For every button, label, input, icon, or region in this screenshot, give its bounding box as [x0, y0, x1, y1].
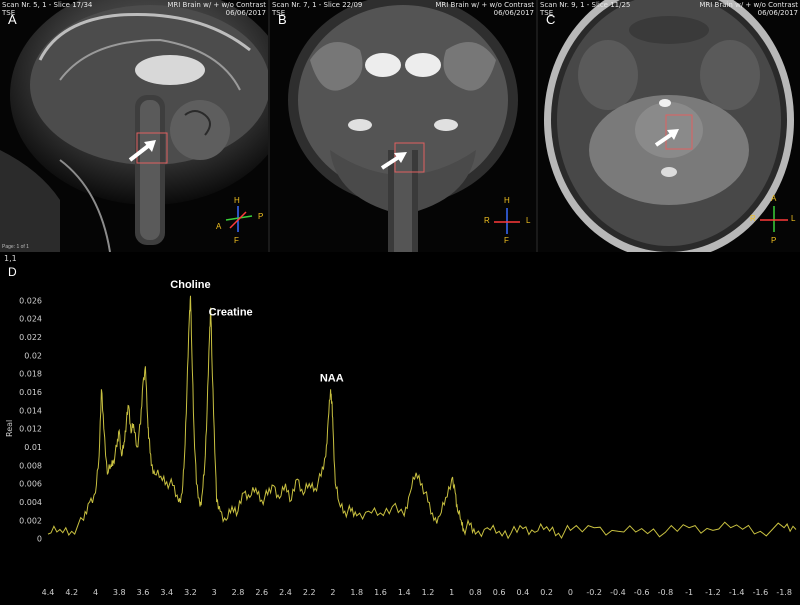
y-axis-label: Real [5, 420, 14, 437]
peak-label-choline: Choline [170, 279, 210, 291]
orientation-right: L [526, 216, 531, 225]
x-tick-label: -0.8 [658, 588, 674, 597]
header-scan-info: Scan Nr. 5, 1 - Slice 17/34 [2, 1, 93, 9]
coronal-mri-image [270, 0, 536, 252]
x-tick-label: 0.4 [517, 588, 530, 597]
x-tick-label: 0.2 [540, 588, 553, 597]
x-tick-label: 1.2 [422, 588, 435, 597]
x-tick-label: 2.2 [303, 588, 316, 597]
header-study: MRI Brain w/ + w/o Contrast [699, 1, 798, 9]
mri-panel-a[interactable]: Scan Nr. 5, 1 - Slice 17/34 TSE MRI Brai… [0, 0, 268, 252]
y-tick-label: 0.01 [24, 443, 42, 452]
x-tick-label: 1 [449, 588, 454, 597]
mri-panel-b[interactable]: Scan Nr. 7, 1 - Slice 22/09 TSE MRI Brai… [270, 0, 536, 252]
y-tick-label: 0.012 [19, 425, 42, 434]
x-tick-label: 4.4 [42, 588, 55, 597]
orientation-top: H [234, 196, 240, 205]
x-tick-label: -0.6 [634, 588, 650, 597]
orientation-right: L [791, 214, 796, 223]
panel-label: D [8, 265, 17, 279]
y-tick-label: 0.014 [19, 406, 42, 415]
orientation-left: A [216, 222, 222, 231]
x-tick-label: -1.8 [776, 588, 792, 597]
x-tick-label: -0.2 [586, 588, 602, 597]
y-tick-label: 0.016 [19, 388, 42, 397]
panel-label: B [278, 12, 287, 27]
header-date: 06/06/2017 [757, 9, 798, 17]
x-tick-label: 2 [330, 588, 335, 597]
x-tick-label: 0 [568, 588, 573, 597]
spectrum-panel[interactable]: 0 0.002 0.004 0.006 0.008 0.01 0.012 0.014 0.016… [0, 252, 800, 605]
orientation-left: R [750, 214, 756, 223]
header-date: 06/06/2017 [493, 9, 534, 17]
y-tick-label: 0.022 [19, 333, 42, 342]
x-tick-label: -1.6 [753, 588, 769, 597]
y-tick-label: 0.02 [24, 351, 42, 360]
x-tick-label: 4.2 [65, 588, 78, 597]
orientation-bottom: F [504, 236, 509, 245]
orientation-bottom: P [771, 236, 777, 245]
x-tick-label: 3.2 [184, 588, 197, 597]
x-tick-label: 2.8 [232, 588, 245, 597]
y-tick-label: 0.018 [19, 370, 42, 379]
x-tick-label: 1.8 [350, 588, 363, 597]
x-tick-label: 1.6 [374, 588, 387, 597]
axial-mri-image [538, 0, 800, 252]
x-tick-label: 3 [212, 588, 217, 597]
y-tick-label: 0.024 [19, 315, 42, 324]
panel-label: C [546, 12, 556, 27]
y-tick-label: 0.006 [19, 480, 42, 489]
header-study: MRI Brain w/ + w/o Contrast [167, 1, 266, 9]
x-tick-label: 3.4 [160, 588, 173, 597]
x-tick-label: -1.4 [729, 588, 745, 597]
x-tick-label: 4 [93, 588, 98, 597]
mri-panel-c[interactable]: Scan Nr. 9, 1 - Slice 11/25 TSE MRI Brai… [538, 0, 800, 252]
page-indicator: Page: 1 of 1 [2, 244, 29, 250]
x-tick-label: -1 [685, 588, 693, 597]
panel-label: A [8, 12, 17, 27]
y-tick-label: 0.008 [19, 461, 42, 470]
x-tick-label: 3.8 [113, 588, 126, 597]
x-tick-label: 2.4 [279, 588, 292, 597]
x-tick-label: -1.2 [705, 588, 721, 597]
y-tick-label: 0.002 [19, 516, 42, 525]
orientation-right: P [258, 212, 264, 221]
peak-label-naa: NAA [320, 372, 344, 384]
x-tick-label: 0.6 [493, 588, 506, 597]
orientation-top: H [504, 196, 510, 205]
x-tick-label: 1.4 [398, 588, 411, 597]
x-tick-label: 0.8 [469, 588, 482, 597]
orientation-top: A [771, 194, 777, 203]
x-tick-label: 2.6 [255, 588, 268, 597]
x-tick-label: -0.4 [610, 588, 626, 597]
orientation-bottom: F [234, 236, 239, 245]
spectrum-line [47, 295, 797, 540]
corner-text: 1,1 [4, 254, 17, 263]
header-scan-info: Scan Nr. 7, 1 - Slice 22/09 [272, 1, 363, 9]
sagittal-mri-image [0, 0, 268, 252]
header-study: MRI Brain w/ + w/o Contrast [435, 1, 534, 9]
y-tick-label: 0.004 [19, 498, 42, 507]
y-tick-label: 0.026 [19, 296, 42, 305]
spectrum-chart: 0 0.002 0.004 0.006 0.008 0.01 0.012 0.014 0.016… [4, 254, 797, 597]
peak-label-creatine: Creatine [209, 307, 253, 319]
header-date: 06/06/2017 [225, 9, 266, 17]
orientation-left: R [484, 216, 490, 225]
x-tick-label: 3.6 [137, 588, 150, 597]
header-scan-info: Scan Nr. 9, 1 - Slice 11/25 [540, 1, 631, 9]
y-tick-label: 0 [37, 535, 42, 544]
